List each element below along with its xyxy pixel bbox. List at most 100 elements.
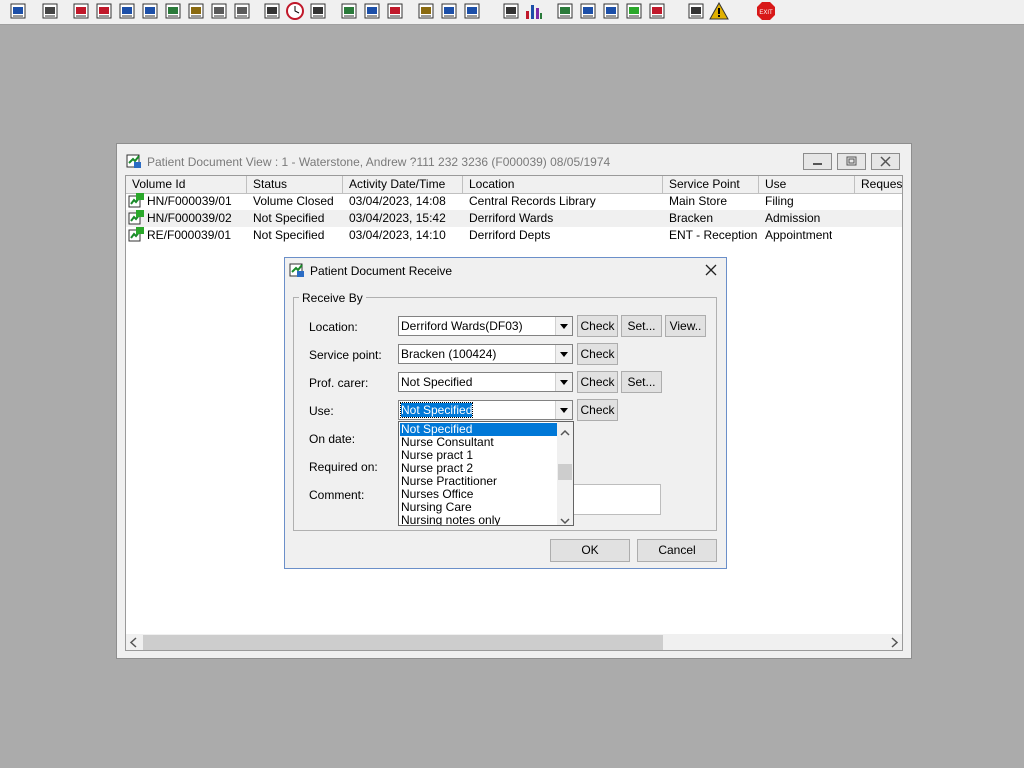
patient-document-receive-dialog: Patient Document Receive Receive By Loca… <box>284 257 727 569</box>
location-check-button[interactable]: Check <box>577 315 618 337</box>
window-title: Patient Document View : 1 - Waterstone, … <box>147 155 611 169</box>
book-icon[interactable] <box>71 1 91 21</box>
swap-icon[interactable] <box>686 1 706 21</box>
monitor-icon[interactable] <box>117 1 137 21</box>
cell-use: Appointment <box>765 228 833 242</box>
col-activity-date[interactable]: Activity Date/Time <box>343 176 463 193</box>
maximize-button[interactable] <box>837 153 866 170</box>
bed-icon[interactable] <box>439 1 459 21</box>
receive-by-label: Receive By <box>299 291 366 305</box>
bar-chart-icon[interactable] <box>524 1 544 21</box>
messages-icon[interactable] <box>362 1 382 21</box>
service-point-value: Bracken (100424) <box>401 347 497 361</box>
cell-activity: 03/04/2023, 15:42 <box>349 211 446 225</box>
cancel-button[interactable]: Cancel <box>637 539 717 562</box>
table-row[interactable]: HN/F000039/01 Volume Closed 03/04/2023, … <box>126 193 902 210</box>
col-location[interactable]: Location <box>463 176 663 193</box>
folders-icon[interactable] <box>209 1 229 21</box>
m-icon[interactable] <box>140 1 160 21</box>
service-point-combo[interactable]: Bracken (100424) <box>398 344 573 364</box>
prof-carer-combo[interactable]: Not Specified <box>398 372 573 392</box>
notes-icon[interactable] <box>416 1 436 21</box>
service-point-check-button[interactable]: Check <box>577 343 618 365</box>
use-check-button[interactable]: Check <box>577 399 618 421</box>
book-green-icon[interactable] <box>339 1 359 21</box>
volume-icon <box>128 227 145 244</box>
cell-status: Not Specified <box>253 211 325 225</box>
flag-icon[interactable] <box>232 1 252 21</box>
prof-carer-set-button[interactable]: Set... <box>621 371 662 393</box>
col-service-point[interactable]: Service Point <box>663 176 759 193</box>
location-set-button[interactable]: Set... <box>621 315 662 337</box>
use-combo[interactable]: Not Specified <box>398 400 573 420</box>
check-red-icon[interactable] <box>647 1 667 21</box>
clinician-icon[interactable] <box>163 1 183 21</box>
dropdown-scroll-thumb[interactable] <box>558 464 572 480</box>
print-icon[interactable] <box>40 1 60 21</box>
prof-carer-check-button[interactable]: Check <box>577 371 618 393</box>
table-row[interactable]: RE/F000039/01 Not Specified 03/04/2023, … <box>126 227 902 244</box>
transfer-icon[interactable] <box>462 1 482 21</box>
warning-icon[interactable] <box>709 1 729 21</box>
col-volume-id[interactable]: Volume Id <box>126 176 247 193</box>
document-icon[interactable] <box>501 1 521 21</box>
patient-icon[interactable] <box>8 1 28 21</box>
clock-icon[interactable] <box>285 1 305 21</box>
list-item[interactable]: Nursing notes only <box>400 514 557 526</box>
cell-status: Not Specified <box>253 228 325 242</box>
col-requested[interactable]: Requeste <box>855 176 902 193</box>
chevron-down-icon[interactable] <box>555 317 572 335</box>
volume-icon <box>128 210 145 227</box>
edit-book-icon[interactable] <box>94 1 114 21</box>
use-dropdown-list[interactable]: Not Specified Nurse Consultant Nurse pra… <box>398 421 574 526</box>
cell-location: Derriford Depts <box>469 228 551 242</box>
history-icon[interactable] <box>385 1 405 21</box>
location-combo[interactable]: Derriford Wards(DF03) <box>398 316 573 336</box>
volume-icon <box>128 193 145 210</box>
cell-location: Derriford Wards <box>469 211 554 225</box>
dialog-app-icon <box>289 262 305 281</box>
cell-use: Admission <box>765 211 821 225</box>
scroll-right-icon[interactable] <box>889 637 899 650</box>
scroll-up-icon[interactable] <box>560 426 570 440</box>
use-label: Use: <box>309 404 334 418</box>
scroll-thumb[interactable] <box>143 635 663 650</box>
scroll-down-icon[interactable] <box>560 514 570 525</box>
close-button[interactable] <box>871 153 900 170</box>
screen-icon[interactable] <box>308 1 328 21</box>
cell-location: Central Records Library <box>469 194 596 208</box>
scroll-left-icon[interactable] <box>129 637 139 650</box>
col-status[interactable]: Status <box>247 176 343 193</box>
ok-button[interactable]: OK <box>550 539 630 562</box>
minimize-button[interactable] <box>803 153 832 170</box>
cell-volume-id: HN/F000039/01 <box>147 194 232 208</box>
location-label: Location: <box>309 320 358 334</box>
chevron-down-icon[interactable] <box>555 401 572 419</box>
horizontal-scrollbar[interactable] <box>126 634 902 650</box>
main-toolbar: EXIT <box>0 0 1024 25</box>
col-use[interactable]: Use <box>759 176 855 193</box>
envelope-icon[interactable] <box>262 1 282 21</box>
dialog-title: Patient Document Receive <box>310 264 453 278</box>
dropdown-scrollbar[interactable] <box>557 422 573 525</box>
location-view-button[interactable]: View.. <box>665 315 706 337</box>
chevron-down-icon[interactable] <box>555 345 572 363</box>
check-green-icon[interactable] <box>624 1 644 21</box>
dialog-close-icon[interactable] <box>704 263 718 280</box>
cell-service-point: Main Store <box>669 194 728 208</box>
location-value: Derriford Wards(DF03) <box>401 319 523 333</box>
check-doc-icon[interactable] <box>601 1 621 21</box>
checklist-icon[interactable] <box>578 1 598 21</box>
prof-carer-value: Not Specified <box>401 375 473 389</box>
service-point-label: Service point: <box>309 348 382 362</box>
table-row[interactable]: HN/F000039/02 Not Specified 03/04/2023, … <box>126 210 902 227</box>
comment-label: Comment: <box>309 488 365 502</box>
notepad-icon[interactable] <box>186 1 206 21</box>
window-titlebar[interactable]: Patient Document View : 1 - Waterstone, … <box>117 144 911 176</box>
exit-icon[interactable]: EXIT <box>756 1 776 21</box>
cell-activity: 03/04/2023, 14:10 <box>349 228 446 242</box>
chevron-down-icon[interactable] <box>555 373 572 391</box>
required-on-label: Required on: <box>309 460 378 474</box>
comment-field[interactable] <box>571 484 661 515</box>
globe-icon[interactable] <box>555 1 575 21</box>
